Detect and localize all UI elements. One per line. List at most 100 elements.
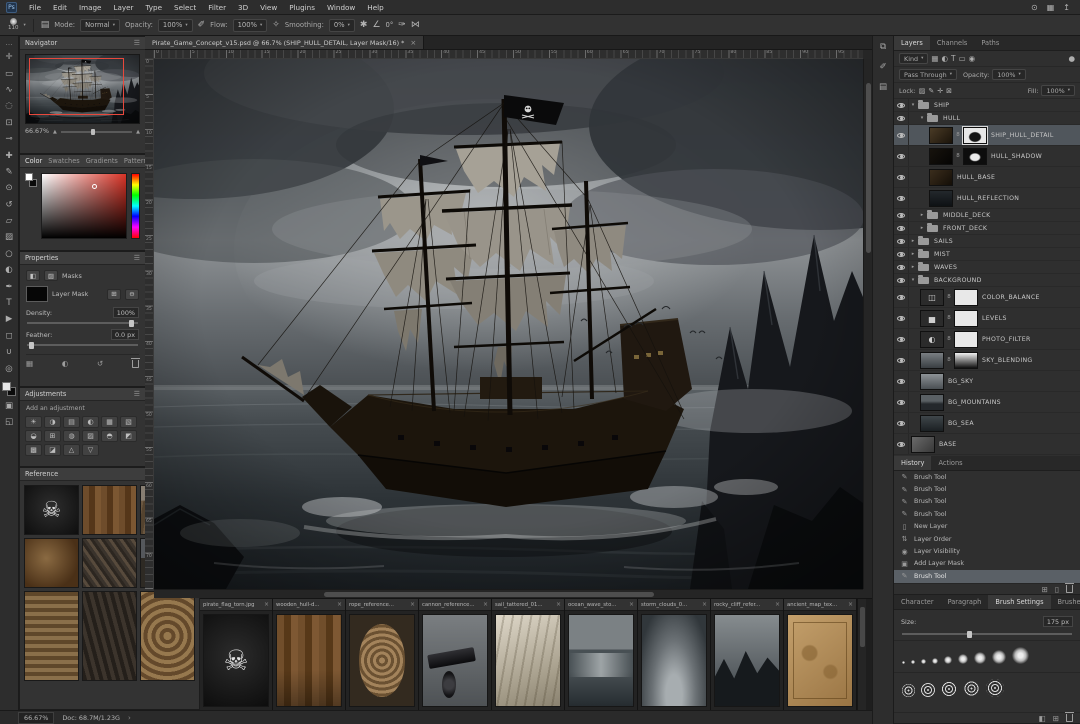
layer-row-sky_blending[interactable]: 8SKY_BLENDING	[894, 350, 1080, 371]
layer-thumbnail[interactable]	[929, 169, 953, 186]
lock-transparency-icon[interactable]: ▨	[919, 87, 926, 95]
toggle-brush-panel-icon[interactable]: ▤	[41, 21, 50, 30]
brush-tool-icon[interactable]: ✎	[0, 164, 19, 180]
menu-help[interactable]: Help	[361, 3, 389, 12]
brush-tip-preview[interactable]	[992, 650, 1006, 664]
visibility-toggle[interactable]	[894, 274, 909, 286]
layer-opacity-select[interactable]: 100% ▾	[992, 69, 1026, 80]
brush-tip-preview[interactable]	[958, 654, 968, 664]
chevron-down-icon[interactable]: ▾	[909, 102, 917, 108]
layer-row-photo_filter[interactable]: ◐8PHOTO_FILTER	[894, 329, 1080, 350]
eyedropper-tool-icon[interactable]: ⊸	[0, 131, 19, 147]
visibility-toggle[interactable]	[894, 308, 909, 328]
visibility-toggle[interactable]	[894, 350, 909, 370]
layer-row-ship_hull_detail[interactable]: 8SHIP_HULL_DETAIL	[894, 125, 1080, 146]
visibility-toggle[interactable]	[894, 167, 909, 187]
density-slider[interactable]	[27, 322, 138, 324]
reference-thumb-knot[interactable]	[24, 591, 79, 681]
delete-state-icon[interactable]	[1066, 585, 1073, 593]
navigator-zoom-slider[interactable]	[61, 131, 132, 133]
slider-thumb[interactable]	[91, 129, 95, 135]
menu-3d[interactable]: 3D	[232, 3, 254, 12]
hue-slider[interactable]	[131, 173, 140, 239]
color-picker-ring[interactable]	[92, 184, 97, 189]
lock-all-icon[interactable]: ⊠	[946, 87, 952, 95]
lasso-tool-icon[interactable]: ∿	[0, 82, 19, 98]
delete-mask-icon[interactable]	[132, 360, 139, 368]
adjustment-layer-icon[interactable]: ▅	[920, 310, 944, 327]
layer-row-sails[interactable]: ▸SAILS	[894, 235, 1080, 248]
delete-brush-icon[interactable]	[1066, 714, 1073, 722]
history-step[interactable]: ✎Brush Tool	[894, 570, 1080, 582]
adjustment-icon-7[interactable]: ◒	[25, 430, 42, 442]
layer-thumbnail[interactable]	[920, 394, 944, 411]
vector-mask-icon[interactable]: ▨	[44, 270, 58, 281]
adjustment-icon-4[interactable]: ◐	[82, 416, 99, 428]
pressure-size-icon[interactable]: ✑	[398, 21, 406, 30]
tab-layers[interactable]: Layers	[894, 36, 930, 50]
layer-row-mist[interactable]: ▸MIST	[894, 248, 1080, 261]
clone-stamp-tool-icon[interactable]: ⊙	[0, 180, 19, 196]
reference-image-thumb[interactable]	[568, 614, 634, 707]
reference-image-thumb[interactable]	[276, 614, 342, 707]
reference-tab[interactable]: pirate_flag_torn.jpg×	[200, 599, 272, 611]
tab-history[interactable]: History	[894, 456, 931, 470]
eraser-tool-icon[interactable]: ▱	[0, 213, 19, 229]
layer-mask-thumbnail[interactable]	[963, 127, 987, 144]
gradient-tool-icon[interactable]: ▨	[0, 229, 19, 245]
close-icon[interactable]: ×	[775, 601, 780, 608]
menu-window[interactable]: Window	[321, 3, 361, 12]
screen-mode-icon[interactable]: ◱	[0, 414, 19, 430]
close-icon[interactable]: ×	[410, 39, 416, 47]
menu-image[interactable]: Image	[73, 3, 108, 12]
adjustment-icon-2[interactable]: ◑	[44, 416, 61, 428]
tab-gradients[interactable]: Gradients	[86, 157, 118, 165]
reference-image-thumb[interactable]	[495, 614, 561, 707]
quick-mask-icon[interactable]: ▣	[0, 398, 19, 414]
filter-pixel-layers-icon[interactable]: ▦	[931, 54, 938, 63]
shape-tool-icon[interactable]: ◻	[0, 328, 19, 344]
layer-row-hull_base[interactable]: HULL_BASE	[894, 167, 1080, 188]
adjustment-icon-5[interactable]: ▦	[101, 416, 118, 428]
chevron-down-icon[interactable]: ▾	[918, 115, 926, 121]
share-icon[interactable]: ↥	[1063, 3, 1070, 12]
tab-actions[interactable]: Actions	[931, 456, 969, 470]
history-step[interactable]: ✎Brush Tool	[894, 508, 1080, 520]
layer-mask-thumbnail[interactable]	[963, 148, 987, 165]
zoom-in-icon[interactable]: ▲	[136, 129, 140, 135]
brush-tip-preview[interactable]	[921, 683, 935, 697]
history-dock-icon[interactable]: ✐	[879, 62, 886, 72]
pressure-opacity-icon[interactable]: ✐	[198, 21, 206, 30]
adjustment-icon-8[interactable]: ⊞	[44, 430, 61, 442]
layer-row-front_deck[interactable]: ▸FRONT_DECK	[894, 222, 1080, 235]
chevron-right-icon[interactable]: ▸	[909, 264, 917, 270]
brush-tip-preview[interactable]	[941, 681, 957, 697]
visibility-toggle[interactable]	[894, 188, 909, 208]
reference-tab[interactable]: cannon_reference...×	[419, 599, 491, 611]
layer-thumbnail[interactable]	[920, 373, 944, 390]
slider-thumb[interactable]	[29, 342, 34, 349]
layer-row-bg_sky[interactable]: BG_SKY	[894, 371, 1080, 392]
dodge-tool-icon[interactable]: ◐	[0, 262, 19, 278]
adjustment-icon-6[interactable]: ▧	[120, 416, 137, 428]
mask-options-icon[interactable]: ⊖	[125, 289, 139, 300]
chevron-right-icon[interactable]: ▸	[909, 251, 917, 257]
reference-tab[interactable]: sail_tattered_01...×	[492, 599, 564, 611]
feather-value[interactable]: 0.0 px	[111, 329, 139, 340]
visibility-toggle[interactable]	[894, 222, 909, 234]
menu-plugins[interactable]: Plugins	[283, 3, 321, 12]
chevron-down-icon[interactable]: ▾	[24, 23, 26, 28]
layer-thumbnail[interactable]	[920, 415, 944, 432]
layer-mask-thumbnail[interactable]	[954, 352, 978, 369]
blend-mode-select[interactable]: Normal ▾	[80, 19, 120, 32]
navigator-view-box[interactable]	[29, 58, 124, 115]
zoom-tool-icon[interactable]: ◎	[0, 360, 19, 376]
scrollbar-thumb[interactable]	[324, 592, 654, 597]
layer-mask-thumbnail[interactable]	[954, 310, 978, 327]
layer-row-bg_sea[interactable]: BG_SEA	[894, 413, 1080, 434]
panel-menu-icon[interactable]: ☰	[134, 39, 140, 47]
visibility-toggle[interactable]	[894, 413, 909, 433]
visibility-toggle[interactable]	[894, 235, 909, 247]
move-tool-icon[interactable]: ✛	[0, 49, 19, 65]
reference-thumb-planks[interactable]	[82, 485, 137, 535]
